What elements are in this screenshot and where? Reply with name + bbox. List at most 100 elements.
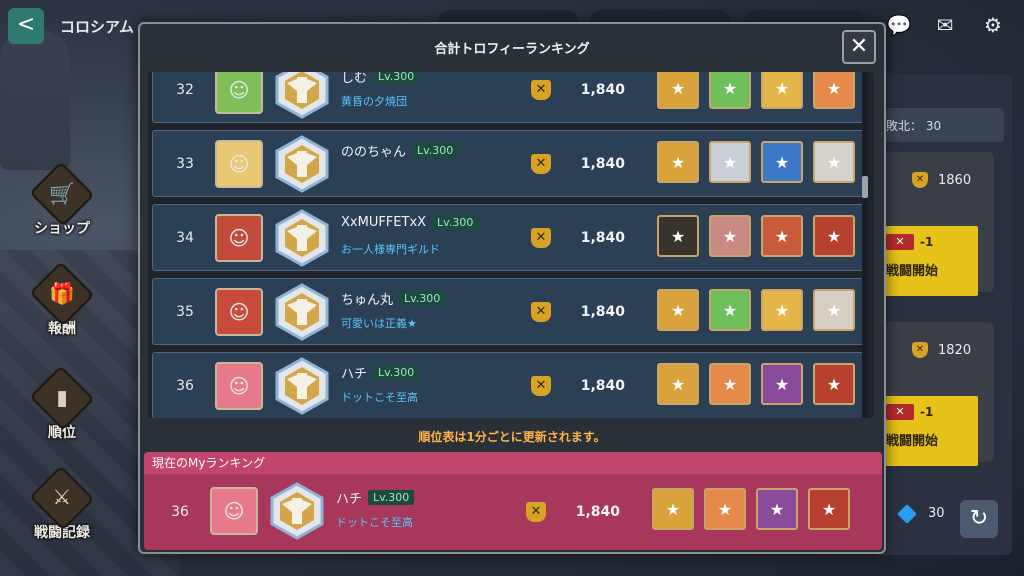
battle-start-label: 戦闘開始 bbox=[886, 434, 939, 449]
ranking-row[interactable]: 36 ☺ ハチ Lv.300 ドットこそ至高 ✕ 1,840 ★ ★ ★ ★ bbox=[148, 478, 878, 545]
update-note: 順位表は1分ごとに更新されます。 bbox=[418, 430, 606, 444]
trophy-marker: ✕ bbox=[531, 279, 551, 344]
player-name-line: ハチ Lv.300 bbox=[341, 363, 420, 382]
back-button[interactable]: < bbox=[8, 8, 44, 44]
battle-start-button[interactable]: ✕ -1 戦闘開始 bbox=[882, 226, 978, 296]
my-ranking-header: 現在のMyランキング bbox=[144, 452, 882, 474]
player-name-line: XxMUFFETxX Lv.300 bbox=[341, 215, 479, 230]
trophy-score: 1,840 bbox=[580, 81, 625, 98]
player-name: XxMUFFETxX bbox=[341, 215, 427, 230]
trophy-icon: ✕ bbox=[531, 301, 551, 322]
settings-gear-icon[interactable]: ⚙ bbox=[976, 10, 1010, 40]
hero-portrait[interactable]: ★ bbox=[761, 363, 803, 405]
hero-portrait[interactable]: ★ bbox=[704, 488, 746, 530]
background-statue bbox=[0, 30, 70, 170]
player-name: ハチ bbox=[336, 492, 363, 507]
hero-portrait[interactable]: ★ bbox=[657, 215, 699, 257]
player-name: ののちゃん bbox=[341, 145, 407, 160]
player-name: ハチ bbox=[341, 367, 368, 382]
level-badge: Lv.300 bbox=[373, 72, 420, 84]
trophy-marker: ✕ bbox=[531, 72, 551, 122]
hero-portrait[interactable]: ★ bbox=[657, 289, 699, 331]
close-button[interactable]: ✕ bbox=[842, 30, 876, 64]
nav-battle-record[interactable]: ⚔ 戦闘記録 bbox=[22, 465, 102, 542]
hero-portrait[interactable]: ★ bbox=[709, 289, 751, 331]
scroll-thumb[interactable] bbox=[862, 176, 868, 198]
hero-portrait[interactable]: ★ bbox=[813, 215, 855, 257]
player-avatar: ☺ bbox=[215, 362, 263, 410]
hero-portrait[interactable]: ★ bbox=[657, 72, 699, 109]
hero-portrait[interactable]: ★ bbox=[756, 488, 798, 530]
battle-record-icon: ⚔ bbox=[29, 465, 95, 531]
ranking-list[interactable]: 32 ☺ しむ Lv.300 黄昏の夕焼団 ✕ 1,840 ★ ★ ★ ★ 33 ☺ ののちゃん Lv.30… bbox=[148, 72, 874, 418]
player-name-line: ハチ Lv.300 bbox=[336, 488, 415, 507]
level-badge: Lv.300 bbox=[368, 490, 415, 505]
hero-portrait[interactable]: ★ bbox=[657, 141, 699, 183]
ranking-row[interactable]: 35 ☺ ちゅん丸 Lv.300 可愛いは正義★ ✕ 1,840 ★ ★ ★ ★ bbox=[152, 278, 866, 345]
my-ranking-section: 現在のMyランキング 36 ☺ ハチ Lv.300 ドットこそ至高 ✕ 1,840 ★ ★ ★ ★ bbox=[144, 452, 882, 550]
trophy-icon: ✕ bbox=[531, 227, 551, 248]
gem-value: 30 bbox=[928, 506, 945, 521]
player-avatar: ☺ bbox=[215, 140, 263, 188]
hero-portrait[interactable]: ★ bbox=[761, 215, 803, 257]
player-avatar: ☺ bbox=[210, 487, 258, 535]
hero-portrait[interactable]: ★ bbox=[709, 141, 751, 183]
level-badge: Lv.300 bbox=[399, 291, 446, 306]
battle-start-button[interactable]: ✕ -1 戦闘開始 bbox=[882, 396, 978, 466]
rank-number: 33 bbox=[176, 155, 194, 172]
player-name: しむ bbox=[341, 72, 368, 86]
trophy-icon: ✕ bbox=[912, 342, 928, 358]
opponent-score-value: 1820 bbox=[938, 342, 972, 358]
opponent-panel bbox=[872, 75, 1012, 555]
ranking-row[interactable]: 33 ☺ ののちゃん Lv.300 ✕ 1,840 ★ ★ ★ ★ bbox=[152, 130, 866, 197]
hero-portrait[interactable]: ★ bbox=[657, 363, 699, 405]
guild-name: 可愛いは正義★ bbox=[341, 317, 417, 330]
hero-portrait[interactable]: ★ bbox=[761, 72, 803, 109]
record-strip: 敗北： 30 bbox=[880, 108, 1004, 142]
rank-number: 32 bbox=[176, 81, 194, 98]
team-lineup: ★ ★ ★ ★ bbox=[652, 488, 850, 530]
team-lineup: ★ ★ ★ ★ bbox=[657, 141, 855, 183]
team-lineup: ★ ★ ★ ★ bbox=[657, 215, 855, 257]
battle-cost: ✕ -1 bbox=[886, 234, 974, 250]
guild-name: 黄昏の夕焼団 bbox=[341, 95, 407, 108]
hero-portrait[interactable]: ★ bbox=[813, 289, 855, 331]
trophy-icon: ✕ bbox=[526, 501, 546, 522]
nav-ranking[interactable]: ▮ 順位 bbox=[22, 365, 102, 442]
ranking-row[interactable]: 32 ☺ しむ Lv.300 黄昏の夕焼団 ✕ 1,840 ★ ★ ★ ★ bbox=[152, 72, 866, 123]
hero-portrait[interactable]: ★ bbox=[761, 289, 803, 331]
hero-portrait[interactable]: ★ bbox=[709, 72, 751, 109]
rank-number: 34 bbox=[176, 229, 194, 246]
hero-portrait[interactable]: ★ bbox=[652, 488, 694, 530]
nav-shop[interactable]: 🛒 ショップ bbox=[22, 161, 102, 238]
my-ranking-row[interactable]: 36 ☺ ハチ Lv.300 ドットこそ至高 ✕ 1,840 ★ ★ ★ ★ bbox=[148, 478, 878, 546]
trophy-marker: ✕ bbox=[531, 205, 551, 270]
trophy-score: 1,840 bbox=[575, 503, 620, 520]
player-avatar: ☺ bbox=[215, 214, 263, 262]
hero-portrait[interactable]: ★ bbox=[808, 488, 850, 530]
rank-emblem-icon bbox=[273, 209, 331, 267]
hero-portrait[interactable]: ★ bbox=[709, 363, 751, 405]
battle-cost: ✕ -1 bbox=[886, 404, 974, 420]
scrollbar[interactable] bbox=[862, 72, 868, 418]
hero-portrait[interactable]: ★ bbox=[813, 141, 855, 183]
player-avatar: ☺ bbox=[215, 288, 263, 336]
team-lineup: ★ ★ ★ ★ bbox=[657, 289, 855, 331]
hero-portrait[interactable]: ★ bbox=[709, 215, 751, 257]
hero-portrait[interactable]: ★ bbox=[813, 363, 855, 405]
trophy-marker: ✕ bbox=[531, 353, 551, 418]
rank-emblem-icon bbox=[273, 283, 331, 341]
hero-portrait[interactable]: ★ bbox=[813, 72, 855, 109]
opponent-score: ✕ 1820 bbox=[912, 342, 971, 358]
player-name-line: ののちゃん Lv.300 bbox=[341, 141, 459, 160]
ranking-row[interactable]: 36 ☺ ハチ Lv.300 ドットこそ至高 ✕ 1,840 ★ ★ ★ ★ bbox=[152, 352, 866, 418]
refresh-button[interactable]: ↻ bbox=[960, 500, 998, 538]
rank-emblem-icon bbox=[273, 135, 331, 193]
chat-icon[interactable]: 💬 bbox=[882, 10, 916, 40]
mail-icon[interactable]: ✉ bbox=[928, 10, 962, 40]
hero-portrait[interactable]: ★ bbox=[761, 141, 803, 183]
trophy-score: 1,840 bbox=[580, 377, 625, 394]
cost-value: -1 bbox=[920, 235, 934, 249]
nav-rewards[interactable]: 🎁 報酬 bbox=[22, 261, 102, 338]
ranking-row[interactable]: 34 ☺ XxMUFFETxX Lv.300 お一人様専門ギルド ✕ 1,840 ★ ★ ★ ★ bbox=[152, 204, 866, 271]
